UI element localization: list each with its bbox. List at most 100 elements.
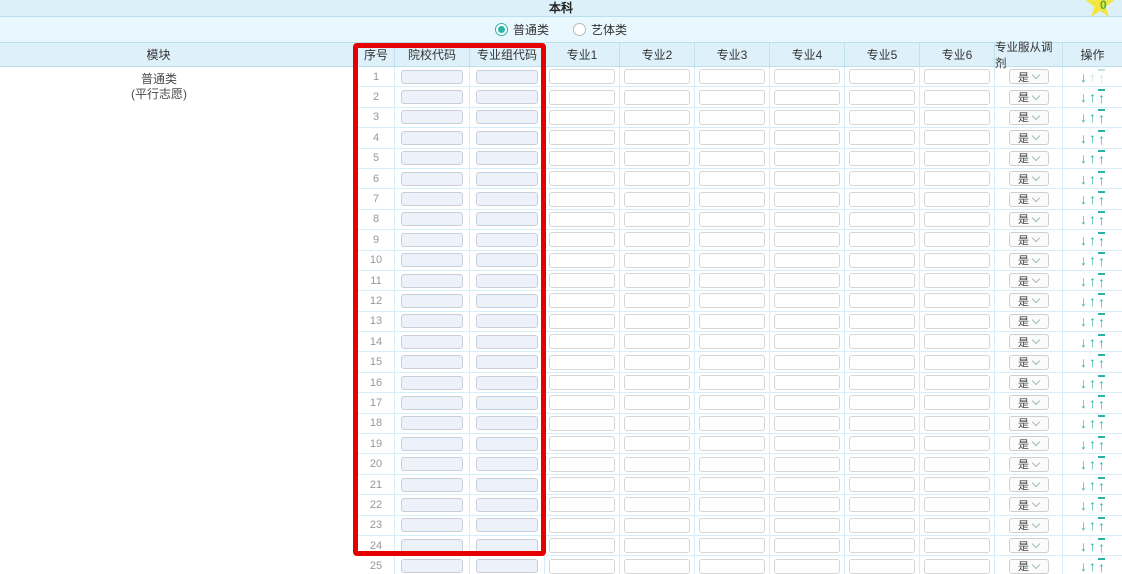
major-2-input[interactable] xyxy=(624,436,690,452)
move-top-icon[interactable]: ↑ xyxy=(1098,537,1105,554)
major-1-input[interactable] xyxy=(549,517,615,533)
school-code-input[interactable] xyxy=(401,69,463,84)
major-6-input[interactable] xyxy=(924,395,990,411)
major-5-input[interactable] xyxy=(849,293,915,309)
major-2-input[interactable] xyxy=(624,334,690,350)
major-4-input[interactable] xyxy=(774,456,840,472)
move-top-icon[interactable]: ↑ xyxy=(1098,456,1105,472)
major-6-input[interactable] xyxy=(924,477,990,492)
major-1-input[interactable] xyxy=(549,150,615,166)
major-group-code-input[interactable] xyxy=(476,90,538,105)
major-6-input[interactable] xyxy=(924,456,990,472)
major-group-code-input[interactable] xyxy=(476,314,538,329)
major-3-input[interactable] xyxy=(699,313,765,329)
major-3-input[interactable] xyxy=(699,273,765,289)
major-6-input[interactable] xyxy=(924,558,990,574)
adjust-select[interactable]: 是 xyxy=(1008,395,1049,411)
major-group-code-input[interactable] xyxy=(476,130,538,145)
school-code-input[interactable] xyxy=(401,375,463,390)
school-code-input[interactable] xyxy=(401,416,463,431)
major-1-input[interactable] xyxy=(549,293,615,309)
school-code-input[interactable] xyxy=(401,334,463,349)
move-up-icon[interactable]: ↑ xyxy=(1089,294,1096,308)
adjust-select[interactable]: 是 xyxy=(1008,375,1049,391)
major-3-input[interactable] xyxy=(699,395,765,411)
major-group-code-input[interactable] xyxy=(476,253,538,268)
move-top-icon[interactable]: ↑ xyxy=(1098,354,1105,370)
major-5-input[interactable] xyxy=(849,313,915,329)
move-top-icon[interactable]: ↑ xyxy=(1098,150,1105,166)
move-top-icon[interactable]: ↑ xyxy=(1098,89,1105,105)
major-5-input[interactable] xyxy=(849,252,915,268)
major-1-input[interactable] xyxy=(549,395,615,411)
major-2-input[interactable] xyxy=(624,456,690,472)
move-up-icon[interactable]: ↑ xyxy=(1089,172,1096,186)
school-code-input[interactable] xyxy=(401,212,463,227)
major-1-input[interactable] xyxy=(549,109,615,125)
major-3-input[interactable] xyxy=(699,69,765,85)
major-1-input[interactable] xyxy=(549,211,615,227)
major-3-input[interactable] xyxy=(699,252,765,268)
major-3-input[interactable] xyxy=(699,150,765,166)
major-5-input[interactable] xyxy=(849,558,915,574)
move-up-icon[interactable]: ↑ xyxy=(1089,437,1096,451)
move-up-icon[interactable]: ↑ xyxy=(1089,70,1096,84)
move-up-icon[interactable]: ↑ xyxy=(1089,274,1096,288)
major-2-input[interactable] xyxy=(624,313,690,329)
major-group-code-input[interactable] xyxy=(476,538,538,553)
major-5-input[interactable] xyxy=(849,69,915,85)
school-code-input[interactable] xyxy=(401,130,463,145)
major-1-input[interactable] xyxy=(549,497,615,513)
adjust-select[interactable]: 是 xyxy=(1008,558,1049,574)
major-3-input[interactable] xyxy=(699,89,765,105)
major-group-code-input[interactable] xyxy=(476,171,538,186)
major-group-code-input[interactable] xyxy=(476,273,538,288)
major-6-input[interactable] xyxy=(924,517,990,533)
major-5-input[interactable] xyxy=(849,436,915,452)
school-code-input[interactable] xyxy=(401,538,463,553)
major-1-input[interactable] xyxy=(549,354,615,370)
major-5-input[interactable] xyxy=(849,273,915,289)
major-3-input[interactable] xyxy=(699,538,765,554)
move-down-icon[interactable]: ↓ xyxy=(1080,396,1087,410)
major-4-input[interactable] xyxy=(774,538,840,554)
major-group-code-input[interactable] xyxy=(476,457,538,472)
major-2-input[interactable] xyxy=(624,89,690,105)
move-down-icon[interactable]: ↓ xyxy=(1080,131,1087,145)
major-6-input[interactable] xyxy=(924,89,990,105)
move-down-icon[interactable]: ↓ xyxy=(1080,335,1087,349)
major-2-input[interactable] xyxy=(624,109,690,125)
school-code-input[interactable] xyxy=(401,355,463,370)
move-down-icon[interactable]: ↓ xyxy=(1080,478,1087,492)
major-6-input[interactable] xyxy=(924,375,990,391)
major-4-input[interactable] xyxy=(774,436,840,452)
major-5-input[interactable] xyxy=(849,395,915,411)
major-6-input[interactable] xyxy=(924,273,990,289)
move-top-icon[interactable]: ↑ xyxy=(1098,476,1105,493)
move-up-icon[interactable]: ↑ xyxy=(1089,212,1096,226)
adjust-select[interactable]: 是 xyxy=(1008,477,1049,492)
move-down-icon[interactable]: ↓ xyxy=(1080,110,1087,124)
major-4-input[interactable] xyxy=(774,191,840,207)
move-down-icon[interactable]: ↓ xyxy=(1080,416,1087,430)
school-code-input[interactable] xyxy=(401,90,463,105)
major-4-input[interactable] xyxy=(774,517,840,533)
major-5-input[interactable] xyxy=(849,150,915,166)
major-4-input[interactable] xyxy=(774,252,840,268)
adjust-select[interactable]: 是 xyxy=(1008,109,1049,125)
major-5-input[interactable] xyxy=(849,109,915,125)
major-3-input[interactable] xyxy=(699,456,765,472)
major-4-input[interactable] xyxy=(774,273,840,289)
major-3-input[interactable] xyxy=(699,293,765,309)
major-1-input[interactable] xyxy=(549,313,615,329)
school-code-input[interactable] xyxy=(401,273,463,288)
move-down-icon[interactable]: ↓ xyxy=(1080,233,1087,247)
school-code-input[interactable] xyxy=(401,293,463,308)
adjust-select[interactable]: 是 xyxy=(1008,211,1049,227)
major-3-input[interactable] xyxy=(699,477,765,492)
major-4-input[interactable] xyxy=(774,171,840,187)
major-5-input[interactable] xyxy=(849,477,915,492)
move-up-icon[interactable]: ↑ xyxy=(1089,192,1096,206)
notification-badge[interactable]: ★ 0 xyxy=(1083,0,1122,25)
major-6-input[interactable] xyxy=(924,293,990,309)
